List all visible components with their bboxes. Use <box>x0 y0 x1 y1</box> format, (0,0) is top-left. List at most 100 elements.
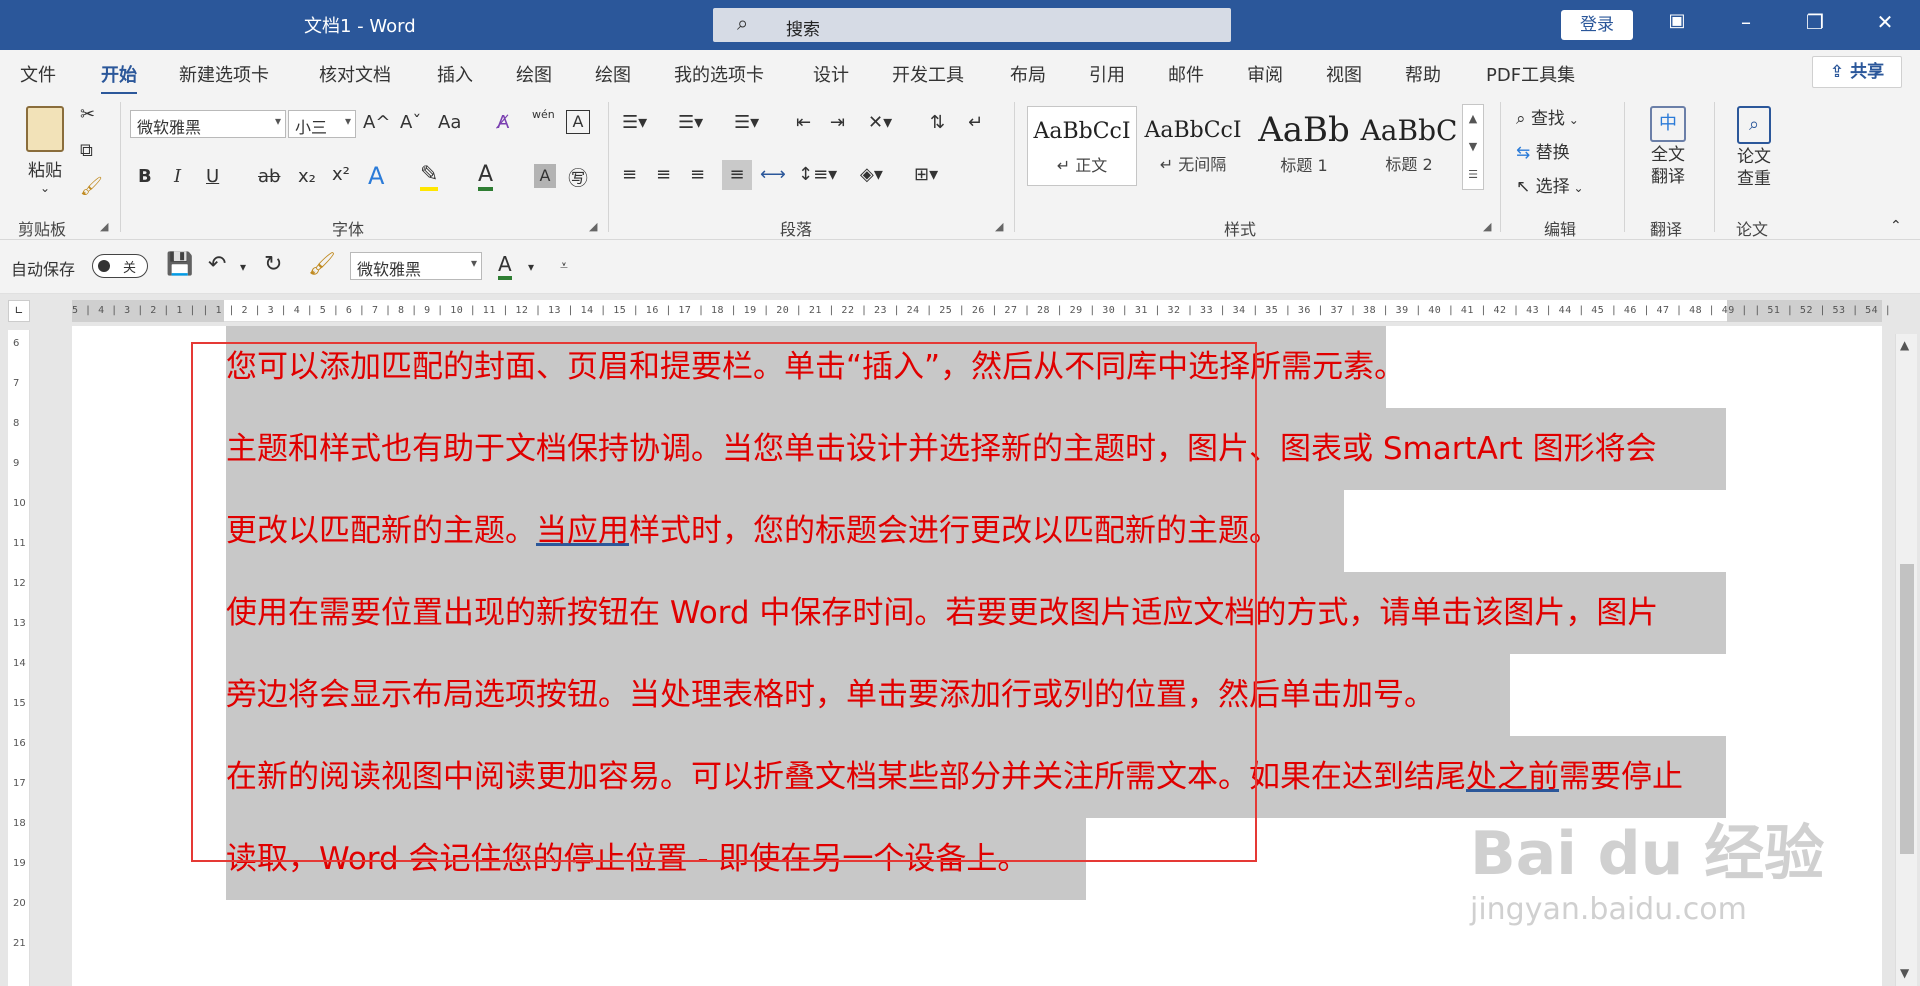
tab-home[interactable]: 开始 <box>101 61 137 95</box>
horizontal-ruler[interactable]: 5 | 4 | 3 | 2 | 1 | | 1 | 2 | 3 | 4 | 5 … <box>72 300 1891 322</box>
tab-draw-1[interactable]: 绘图 <box>516 61 552 87</box>
qat-font-select[interactable]: 微软雅黑 ▾ <box>350 252 482 280</box>
shading-icon[interactable]: ◈▾ <box>860 164 883 185</box>
tab-my-tab[interactable]: 我的选项卡 <box>674 61 764 87</box>
line-spacing-icon[interactable]: ↕≡▾ <box>798 164 837 185</box>
superscript-button[interactable]: x² <box>332 164 350 185</box>
style-no-spacing[interactable]: AaBbCcI ↵ 无间隔 <box>1138 106 1248 186</box>
clear-format-icon[interactable]: A̸ <box>497 112 509 133</box>
multilevel-list-icon[interactable]: ☰▾ <box>734 112 759 133</box>
chinese-layout-icon[interactable]: ✕▾ <box>868 112 892 133</box>
chevron-down-icon[interactable]: ▾ <box>240 260 246 274</box>
bold-button[interactable]: B <box>138 166 152 187</box>
tab-developer[interactable]: 开发工具 <box>892 61 964 87</box>
text-effects-icon[interactable]: A <box>368 162 384 190</box>
char-shading-icon[interactable]: A <box>534 164 556 188</box>
enclose-char-icon[interactable]: ㊢ <box>568 162 588 191</box>
underline-button[interactable]: U <box>206 166 219 187</box>
undo-icon[interactable]: ↶ <box>208 252 226 277</box>
vertical-ruler[interactable]: 6 7 8 9 10 11 12 13 14 15 16 17 18 19 20… <box>8 330 30 986</box>
format-painter-icon[interactable]: 🖌 <box>80 176 103 197</box>
font-size-select[interactable]: 小三 ▾ <box>288 110 356 138</box>
dialog-launcher-icon[interactable]: ◢ <box>995 220 1003 233</box>
font-color-icon[interactable]: A <box>478 162 494 191</box>
subscript-button[interactable]: x₂ <box>298 166 316 187</box>
tab-file[interactable]: 文件 <box>20 61 56 87</box>
tab-pdf-tools[interactable]: PDF工具集 <box>1486 61 1575 87</box>
replace-button[interactable]: ⇆ 替换 <box>1516 138 1570 163</box>
chevron-up-icon[interactable]: ▲ <box>1463 105 1483 133</box>
find-button[interactable]: ⌕ 查找 ⌄ <box>1516 104 1579 129</box>
tab-insert[interactable]: 插入 <box>437 61 473 87</box>
style-heading-1[interactable]: AaBb 标题 1 <box>1249 106 1359 186</box>
tab-review-doc[interactable]: 核对文档 <box>319 61 391 87</box>
font-color-icon[interactable]: A <box>498 252 512 280</box>
show-marks-icon[interactable]: ↵ <box>968 112 983 133</box>
tab-selector[interactable]: ∟ <box>8 300 30 322</box>
format-painter-icon[interactable]: 🖌 <box>308 252 336 277</box>
scroll-down-icon[interactable]: ▼ <box>1900 966 1909 980</box>
sort-icon[interactable]: ⇅ <box>930 112 945 133</box>
tab-review[interactable]: 审阅 <box>1247 61 1283 87</box>
shrink-font-button[interactable]: Aˇ <box>400 112 421 133</box>
distributed-icon[interactable]: ⟷ <box>760 164 786 185</box>
highlight-icon[interactable]: ✎ <box>420 162 439 191</box>
restore-button[interactable]: ❐ <box>1795 10 1835 34</box>
tab-view[interactable]: 视图 <box>1326 61 1362 87</box>
phonetic-guide-button[interactable]: wén <box>532 108 555 121</box>
save-icon[interactable]: 💾 <box>166 252 193 277</box>
italic-button[interactable]: I <box>174 166 181 187</box>
paper-check-button[interactable]: ⌕ 论文 查重 <box>1728 106 1780 190</box>
strikethrough-button[interactable]: ab <box>258 166 280 187</box>
redo-icon[interactable]: ↻ <box>264 252 282 277</box>
chevron-down-icon[interactable]: ▾ <box>528 260 534 274</box>
tab-new-tab[interactable]: 新建选项卡 <box>179 61 269 87</box>
numbering-icon[interactable]: ☰▾ <box>678 112 703 133</box>
align-center-icon[interactable]: ≡ <box>656 164 671 185</box>
font-name-select[interactable]: 微软雅黑 ▾ <box>130 110 286 138</box>
borders-icon[interactable]: ⊞▾ <box>914 164 938 185</box>
more-icon[interactable]: ☰ <box>1463 161 1483 189</box>
increase-indent-icon[interactable]: ⇥ <box>830 112 845 133</box>
tab-help[interactable]: 帮助 <box>1405 61 1441 87</box>
vertical-scrollbar[interactable]: ▲ ▼ <box>1895 334 1917 986</box>
tab-design[interactable]: 设计 <box>813 61 849 87</box>
scroll-up-icon[interactable]: ▲ <box>1900 338 1909 352</box>
cursor-icon: ↖ <box>1516 177 1536 197</box>
styles-scroll[interactable]: ▲ ▼ ☰ <box>1462 104 1484 190</box>
customize-qat-icon[interactable]: ⩡ <box>560 258 568 274</box>
full-translate-button[interactable]: 中 全文 翻译 <box>1642 106 1694 188</box>
login-button[interactable]: 登录 <box>1561 10 1633 40</box>
decrease-indent-icon[interactable]: ⇤ <box>796 112 811 133</box>
change-case-button[interactable]: Aa <box>438 112 461 133</box>
scroll-thumb[interactable] <box>1900 564 1914 854</box>
ribbon-display-icon[interactable]: ▣ <box>1657 10 1697 31</box>
dialog-launcher-icon[interactable]: ◢ <box>1483 220 1491 233</box>
dialog-launcher-icon[interactable]: ◢ <box>589 220 597 233</box>
style-heading-2[interactable]: AaBbC 标题 2 <box>1354 106 1464 186</box>
font-size-value: 小三 <box>295 118 328 137</box>
dialog-launcher-icon[interactable]: ◢ <box>100 220 108 233</box>
search-box[interactable]: ⌕ 搜索 <box>713 8 1231 42</box>
tab-mailings[interactable]: 邮件 <box>1168 61 1204 87</box>
align-right-icon[interactable]: ≡ <box>690 164 705 185</box>
paste-button[interactable]: 粘贴 ⌄ <box>20 106 70 195</box>
chevron-down-icon[interactable]: ▼ <box>1463 133 1483 161</box>
share-button[interactable]: ⇪ 共享 <box>1812 56 1902 88</box>
select-button[interactable]: ↖ 选择 ⌄ <box>1516 172 1584 197</box>
tab-layout[interactable]: 布局 <box>1010 61 1046 87</box>
tab-references[interactable]: 引用 <box>1089 61 1125 87</box>
minimize-button[interactable]: – <box>1726 10 1766 34</box>
cut-icon[interactable]: ✂ <box>80 104 95 125</box>
bullets-icon[interactable]: ☰▾ <box>622 112 647 133</box>
tab-draw-2[interactable]: 绘图 <box>595 61 631 87</box>
copy-icon[interactable]: ⧉ <box>80 140 93 161</box>
align-left-icon[interactable]: ≡ <box>622 164 637 185</box>
autosave-toggle[interactable]: 关 <box>92 254 148 278</box>
grow-font-button[interactable]: A^ <box>363 112 390 133</box>
collapse-ribbon-icon[interactable]: ⌃ <box>1890 218 1902 234</box>
justify-icon[interactable]: ≡ <box>722 160 752 190</box>
char-border-icon[interactable]: A <box>566 110 590 134</box>
close-button[interactable]: ✕ <box>1865 10 1905 34</box>
style-normal[interactable]: AaBbCcI ↵ 正文 <box>1027 106 1137 186</box>
